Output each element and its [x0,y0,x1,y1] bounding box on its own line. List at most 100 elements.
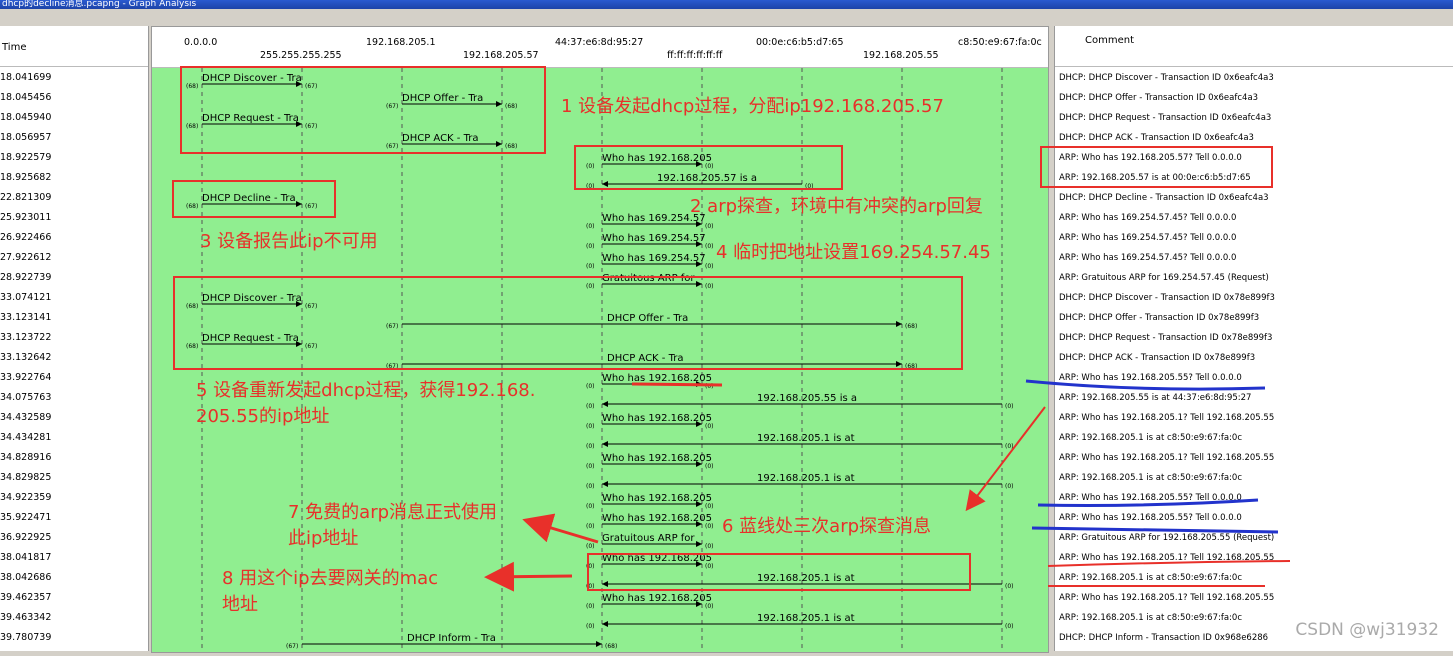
comment-cell[interactable]: DHCP: DHCP Inform - Transaction ID 0x968… [1059,628,1268,648]
time-cell[interactable]: 33.132642 [0,348,51,368]
flow-label: Gratuitous ARP for [602,273,695,284]
flow-arrowhead [696,281,702,287]
comment-cell[interactable]: ARP: Who has 169.254.57.45? Tell 0.0.0.0 [1059,228,1236,248]
host-label: 255.255.255.255 [260,50,342,61]
flow-port: (68) [605,643,617,650]
flow-port: (0) [705,523,714,530]
time-cell[interactable]: 33.922764 [0,368,51,388]
time-cell[interactable]: 39.462357 [0,588,51,608]
flow-arrowhead [896,361,902,367]
comment-cell[interactable]: DHCP: DHCP Decline - Transaction ID 0x6e… [1059,188,1269,208]
flow-port: (0) [705,383,714,390]
time-cell[interactable]: 25.923011 [0,208,51,228]
flow-arrowhead [602,581,608,587]
time-cell[interactable]: 38.041817 [0,548,51,568]
time-cell[interactable]: 18.045940 [0,108,51,128]
time-cell[interactable]: 27.922612 [0,248,51,268]
time-header-label: Time [2,42,27,53]
flow-port: (0) [586,163,595,170]
comment-cell[interactable]: DHCP: DHCP Discover - Transaction ID 0x6… [1059,68,1274,88]
flow-label: 192.168.205.1 is at [757,473,855,484]
time-cell[interactable]: 34.075763 [0,388,51,408]
flow-label: Who has 192.168.205 [602,513,712,524]
comment-column[interactable]: Comment DHCP: DHCP Discover - Transactio… [1054,26,1453,651]
flow-label: DHCP Offer - Tra [402,93,483,104]
time-cell[interactable]: 38.042686 [0,568,51,588]
time-cell[interactable]: 18.925682 [0,168,51,188]
flow-port: (68) [186,303,198,310]
flow-label: Who has 192.168.205 [602,453,712,464]
time-cell[interactable]: 33.123722 [0,328,51,348]
time-cell[interactable]: 33.074121 [0,288,51,308]
comment-cell[interactable]: ARP: Who has 192.168.205.55? Tell 0.0.0.… [1059,368,1242,388]
flow-arrowhead [296,201,302,207]
time-cell[interactable]: 39.463342 [0,608,51,628]
comment-cell[interactable]: ARP: Who has 192.168.205.1? Tell 192.168… [1059,548,1274,568]
time-cell[interactable]: 34.829825 [0,468,51,488]
comment-cell[interactable]: ARP: Gratuitous ARP for 169.254.57.45 (R… [1059,268,1269,288]
flow-port: (0) [586,543,595,550]
comment-cell[interactable]: DHCP: DHCP ACK - Transaction ID 0x78e899… [1059,348,1255,368]
time-cell[interactable]: 36.922925 [0,528,51,548]
comment-cell[interactable]: ARP: Who has 192.168.205.57? Tell 0.0.0.… [1059,148,1242,168]
host-label: c8:50:e9:67:fa:0c [958,37,1042,48]
time-cell[interactable]: 22.821309 [0,188,51,208]
comment-cell[interactable]: ARP: 192.168.205.1 is at c8:50:e9:67:fa:… [1059,608,1242,628]
comment-cell[interactable]: ARP: 192.168.205.1 is at c8:50:e9:67:fa:… [1059,568,1242,588]
comment-cell[interactable]: ARP: Who has 169.254.57.45? Tell 0.0.0.0 [1059,248,1236,268]
comment-cell[interactable]: ARP: 192.168.205.1 is at c8:50:e9:67:fa:… [1059,468,1242,488]
comment-cell[interactable]: ARP: 192.168.205.55 is at 44:37:e6:8d:95… [1059,388,1251,408]
time-cell[interactable]: 34.432589 [0,408,51,428]
flow-port: (0) [586,183,595,190]
flow-graph[interactable]: DHCP Discover - Tra (68) (67) DHCP Offer - … [152,68,1048,652]
comment-cell[interactable]: DHCP: DHCP Offer - Transaction ID 0x6eaf… [1059,88,1258,108]
comment-cell[interactable]: ARP: Who has 192.168.205.1? Tell 192.168… [1059,448,1274,468]
comment-cell[interactable]: ARP: 192.168.205.1 is at c8:50:e9:67:fa:… [1059,428,1242,448]
flow-label: Who has 192.168.205 [602,493,712,504]
comment-cell[interactable]: DHCP: DHCP ACK - Transaction ID 0x6eafc4… [1059,128,1254,148]
time-cell[interactable]: 35.922471 [0,508,51,528]
flow-arrowhead [602,441,608,447]
flow-port: (0) [705,563,714,570]
comment-cell[interactable]: ARP: Who has 192.168.205.55? Tell 0.0.0.… [1059,508,1242,528]
flow-port: (68) [186,203,198,210]
time-cell[interactable]: 34.922359 [0,488,51,508]
time-cell[interactable]: 18.922579 [0,148,51,168]
flow-port: (0) [586,223,595,230]
comment-cell[interactable]: ARP: Who has 169.254.57.45? Tell 0.0.0.0 [1059,208,1236,228]
time-cell[interactable]: 33.123141 [0,308,51,328]
flow-arrowhead [896,321,902,327]
time-cell[interactable]: 28.922739 [0,268,51,288]
time-cell[interactable]: 34.828916 [0,448,51,468]
time-cell[interactable]: 18.041699 [0,68,51,88]
comment-cell[interactable]: ARP: Who has 192.168.205.55? Tell 0.0.0.… [1059,488,1242,508]
flow-port: (0) [586,403,595,410]
flow-port: (67) [305,203,317,210]
comment-cell[interactable]: DHCP: DHCP Request - Transaction ID 0x78… [1059,328,1272,348]
comment-cell[interactable]: ARP: Who has 192.168.205.1? Tell 192.168… [1059,588,1274,608]
flow-label: Who has 169.254.57 [602,233,706,244]
flow-port: (0) [1005,443,1014,450]
time-cell[interactable]: 18.056957 [0,128,51,148]
flow-port: (67) [305,83,317,90]
time-cell[interactable]: 34.434281 [0,428,51,448]
time-column[interactable]: Time 18.041699 18.045456 18.045940 18.05695… [0,26,149,651]
flow-graph-svg: DHCP Discover - Tra (68) (67) DHCP Offer - … [186,68,1014,652]
comment-cell[interactable]: ARP: Who has 192.168.205.1? Tell 192.168… [1059,408,1274,428]
flow-label: DHCP Discover - Tra [202,73,302,84]
flow-port: (0) [586,423,595,430]
time-cell[interactable]: 18.045456 [0,88,51,108]
comment-cell[interactable]: DHCP: DHCP Request - Transaction ID 0x6e… [1059,108,1271,128]
comment-cell[interactable]: ARP: 192.168.205.57 is at 00:0e:c6:b5:d7… [1059,168,1251,188]
flow-arrowhead [602,621,608,627]
time-cell[interactable]: 26.922466 [0,228,51,248]
flow-label: Who has 192.168.205 [602,153,712,164]
graph-panel[interactable]: 0.0.0.0 192.168.205.1 44:37:e6:8d:95:27 … [151,26,1049,653]
comment-cell[interactable]: DHCP: DHCP Discover - Transaction ID 0x7… [1059,288,1275,308]
time-cell[interactable]: 39.780739 [0,628,51,648]
flow-label: Who has 169.254.57 [602,253,706,264]
comment-cell[interactable]: DHCP: DHCP Offer - Transaction ID 0x78e8… [1059,308,1259,328]
flow-port: (0) [1005,623,1014,630]
comment-cell[interactable]: ARP: Gratuitous ARP for 192.168.205.55 (… [1059,528,1274,548]
host-label: ff:ff:ff:ff:ff:ff [667,50,723,61]
